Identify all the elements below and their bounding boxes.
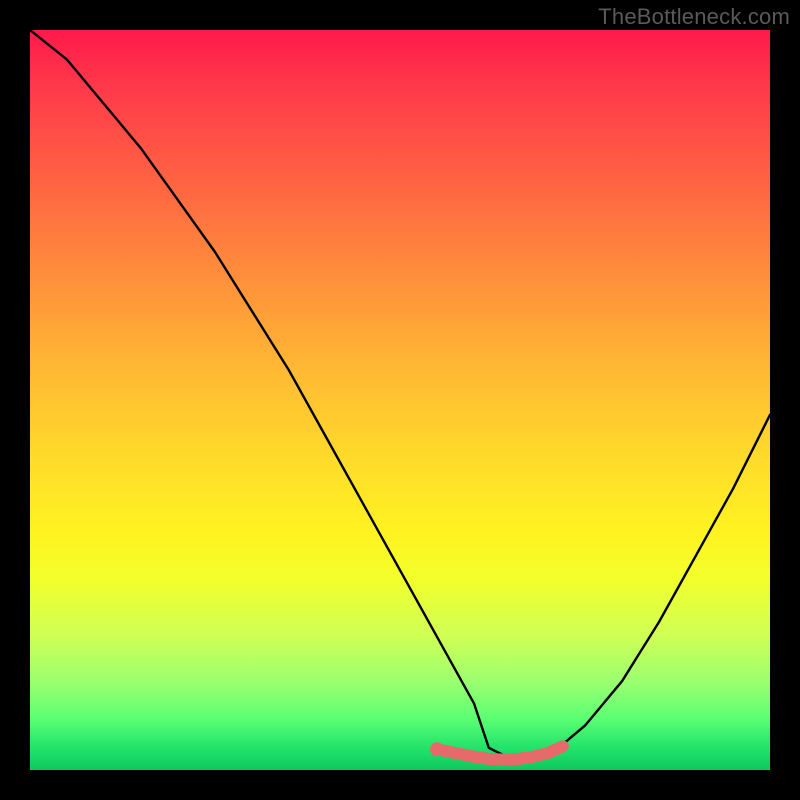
plot-area [30, 30, 770, 770]
curve-layer [30, 30, 770, 770]
bottleneck-curve [30, 30, 770, 759]
watermark-text: TheBottleneck.com [598, 4, 790, 30]
optimal-marker-dot [430, 742, 444, 756]
chart-frame: TheBottleneck.com [0, 0, 800, 800]
